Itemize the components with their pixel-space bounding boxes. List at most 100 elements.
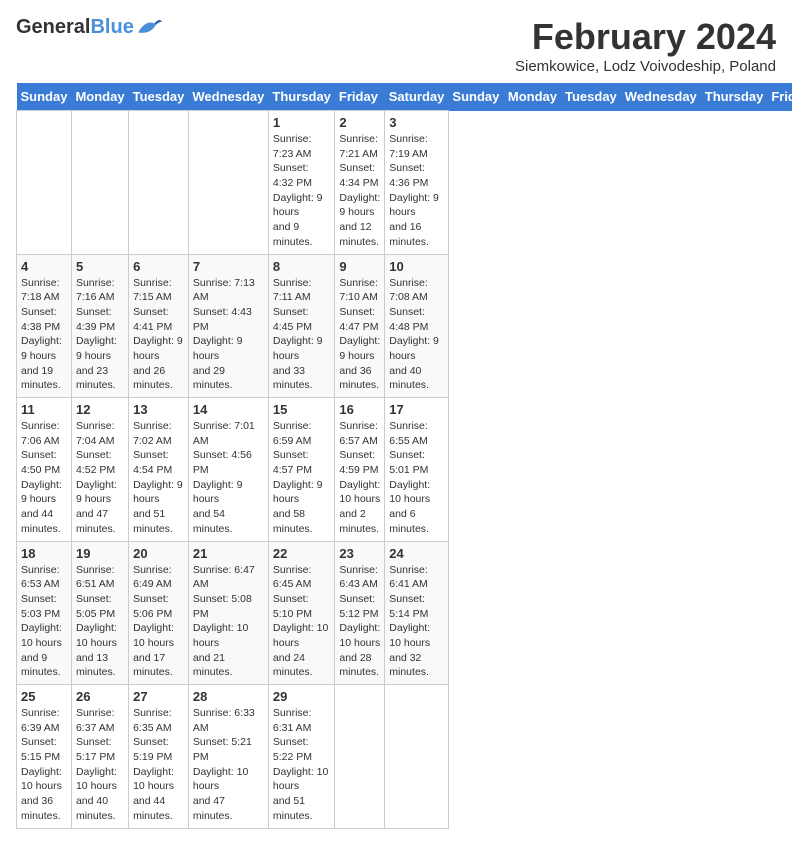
location: Siemkowice, Lodz Voivodeship, Poland [515,58,776,75]
calendar-week-row: 1 Sunrise: 7:23 AM Sunset: 4:32 PM Daylig… [17,111,792,255]
day-info: Sunrise: 6:45 AM Sunset: 5:10 PM Dayligh… [273,563,331,681]
day-number: 16 [339,402,380,417]
calendar-day-header: Sunday [17,83,72,111]
day-number: 10 [389,259,444,274]
calendar-cell [71,111,128,255]
day-number: 29 [273,689,331,704]
day-info: Sunrise: 6:51 AM Sunset: 5:05 PM Dayligh… [76,563,124,681]
calendar-week-row: 4Sunrise: 7:18 AM Sunset: 4:38 PM Daylig… [17,254,792,398]
day-info: Sunrise: 7:10 AM Sunset: 4:47 PM Dayligh… [339,276,380,394]
day-number: 19 [76,546,124,561]
calendar-week-row: 18 Sunrise: 6:53 AM Sunset: 5:03 PM Dayli… [17,541,792,685]
day-number: 25 [21,689,67,704]
calendar-header-row: SundayMondayTuesdayWednesdayThursdayFrid… [17,83,792,111]
day-info: Sunrise: 7:06 AM Sunset: 4:50 PM Dayligh… [21,419,67,537]
day-number: 11 [21,402,67,417]
calendar-day-header: Thursday [701,83,768,111]
day-info: Sunrise: 7:02 AM Sunset: 4:54 PM Dayligh… [133,419,184,537]
day-info: Sunrise: 6:55 AM Sunset: 5:01 PM Dayligh… [389,419,444,537]
calendar-day-header: Tuesday [129,83,189,111]
day-number: 9 [339,259,380,274]
calendar-day-header: Wednesday [621,83,701,111]
day-info: Sunrise: 6:37 AM Sunset: 5:17 PM Dayligh… [76,706,124,824]
calendar-week-row: 11 Sunrise: 7:06 AM Sunset: 4:50 PM Dayli… [17,398,792,542]
day-number: 14 [193,402,264,417]
day-number: 26 [76,689,124,704]
day-info: Sunrise: 6:47 AM Sunset: 5:08 PM Dayligh… [193,563,264,681]
day-info: Sunrise: 6:39 AM Sunset: 5:15 PM Dayligh… [21,706,67,824]
calendar-cell [129,111,189,255]
day-number: 28 [193,689,264,704]
day-info: Sunrise: 6:41 AM Sunset: 5:14 PM Dayligh… [389,563,444,681]
day-info: Sunrise: 6:35 AM Sunset: 5:19 PM Dayligh… [133,706,184,824]
day-info: Sunrise: 6:59 AM Sunset: 4:57 PM Dayligh… [273,419,331,537]
calendar-cell: 8Sunrise: 7:11 AM Sunset: 4:45 PM Daylig… [268,254,335,398]
day-number: 21 [193,546,264,561]
calendar-cell [17,111,72,255]
calendar-cell: 26 Sunrise: 6:37 AM Sunset: 5:17 PM Dayli… [71,685,128,829]
calendar-cell [335,685,385,829]
calendar-cell: 28 Sunrise: 6:33 AM Sunset: 5:21 PM Dayli… [188,685,268,829]
calendar-day-header: Sunday [448,83,503,111]
calendar-day-header: Saturday [385,83,449,111]
day-number: 2 [339,115,380,130]
calendar-cell: 21 Sunrise: 6:47 AM Sunset: 5:08 PM Dayli… [188,541,268,685]
calendar-cell: 27 Sunrise: 6:35 AM Sunset: 5:19 PM Dayli… [129,685,189,829]
calendar-day-header: Friday [335,83,385,111]
calendar-day-header: Monday [504,83,561,111]
day-number: 3 [389,115,444,130]
day-info: Sunrise: 7:13 AM Sunset: 4:43 PM Dayligh… [193,276,264,394]
month-title: February 2024 [515,16,776,58]
calendar-cell: 16 Sunrise: 6:57 AM Sunset: 4:59 PM Dayli… [335,398,385,542]
calendar-cell: 24 Sunrise: 6:41 AM Sunset: 5:14 PM Dayli… [385,541,449,685]
day-number: 5 [76,259,124,274]
calendar-cell: 4Sunrise: 7:18 AM Sunset: 4:38 PM Daylig… [17,254,72,398]
day-number: 7 [193,259,264,274]
day-number: 23 [339,546,380,561]
day-info: Sunrise: 7:16 AM Sunset: 4:39 PM Dayligh… [76,276,124,394]
calendar-table: SundayMondayTuesdayWednesdayThursdayFrid… [16,83,792,829]
calendar-day-header: Thursday [268,83,335,111]
calendar-cell: 17 Sunrise: 6:55 AM Sunset: 5:01 PM Dayli… [385,398,449,542]
day-number: 18 [21,546,67,561]
calendar-cell: 15 Sunrise: 6:59 AM Sunset: 4:57 PM Dayli… [268,398,335,542]
day-info: Sunrise: 6:31 AM Sunset: 5:22 PM Dayligh… [273,706,331,824]
calendar-cell: 25 Sunrise: 6:39 AM Sunset: 5:15 PM Dayli… [17,685,72,829]
day-info: Sunrise: 6:53 AM Sunset: 5:03 PM Dayligh… [21,563,67,681]
day-number: 1 [273,115,331,130]
day-info: Sunrise: 7:21 AM Sunset: 4:34 PM Dayligh… [339,132,380,250]
day-info: Sunrise: 6:49 AM Sunset: 5:06 PM Dayligh… [133,563,184,681]
day-number: 20 [133,546,184,561]
logo-text: GeneralBlue [16,16,134,38]
day-number: 15 [273,402,331,417]
day-number: 12 [76,402,124,417]
calendar-cell [188,111,268,255]
day-number: 4 [21,259,67,274]
day-number: 24 [389,546,444,561]
day-info: Sunrise: 7:11 AM Sunset: 4:45 PM Dayligh… [273,276,331,394]
calendar-cell: 14 Sunrise: 7:01 AM Sunset: 4:56 PM Dayli… [188,398,268,542]
calendar-cell: 20 Sunrise: 6:49 AM Sunset: 5:06 PM Dayli… [129,541,189,685]
day-number: 6 [133,259,184,274]
day-info: Sunrise: 6:33 AM Sunset: 5:21 PM Dayligh… [193,706,264,824]
calendar-cell: 9 Sunrise: 7:10 AM Sunset: 4:47 PM Daylig… [335,254,385,398]
day-info: Sunrise: 7:01 AM Sunset: 4:56 PM Dayligh… [193,419,264,537]
calendar-cell: 1 Sunrise: 7:23 AM Sunset: 4:32 PM Daylig… [268,111,335,255]
calendar-cell: 22 Sunrise: 6:45 AM Sunset: 5:10 PM Dayli… [268,541,335,685]
day-number: 27 [133,689,184,704]
day-info: Sunrise: 7:23 AM Sunset: 4:32 PM Dayligh… [273,132,331,250]
page-header: GeneralBlue February 2024 Siemkowice, Lo… [16,16,776,75]
calendar-week-row: 25 Sunrise: 6:39 AM Sunset: 5:15 PM Dayli… [17,685,792,829]
day-info: Sunrise: 6:43 AM Sunset: 5:12 PM Dayligh… [339,563,380,681]
day-number: 22 [273,546,331,561]
day-info: Sunrise: 6:57 AM Sunset: 4:59 PM Dayligh… [339,419,380,537]
calendar-cell: 6Sunrise: 7:15 AM Sunset: 4:41 PM Daylig… [129,254,189,398]
logo-bird-icon [136,16,164,38]
calendar-cell: 5 Sunrise: 7:16 AM Sunset: 4:39 PM Daylig… [71,254,128,398]
calendar-cell: 12Sunrise: 7:04 AM Sunset: 4:52 PM Dayli… [71,398,128,542]
calendar-day-header: Monday [71,83,128,111]
calendar-cell: 29 Sunrise: 6:31 AM Sunset: 5:22 PM Dayli… [268,685,335,829]
day-number: 17 [389,402,444,417]
calendar-day-header: Friday [767,83,792,111]
day-info: Sunrise: 7:08 AM Sunset: 4:48 PM Dayligh… [389,276,444,394]
